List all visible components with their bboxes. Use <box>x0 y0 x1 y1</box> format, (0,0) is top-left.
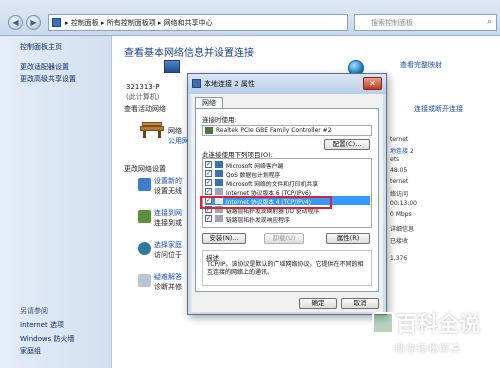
task-connect-title[interactable]: 连接到网 <box>154 208 182 218</box>
connect-using-label: 连接时使用: <box>202 116 237 124</box>
search-input[interactable]: 搜索控制面板 ⌕ <box>354 14 497 31</box>
list-item-label: 链路层拓扑发现响应程序 <box>226 218 290 224</box>
see-also-heading: 另请参阅 <box>20 307 48 315</box>
sidebar-item-home[interactable]: 控制面板主页 <box>20 42 62 52</box>
network-type-link[interactable]: 公用网 <box>168 136 189 146</box>
dialog-titlebar[interactable]: 本地连接 2 属性 ✕ <box>188 74 386 94</box>
control-panel-icon <box>52 18 61 27</box>
task-setup-sub: 设置无线 <box>154 187 182 195</box>
task-troubleshoot-sub: 诊断并修 <box>154 283 182 291</box>
service-icon <box>215 179 223 186</box>
forward-button[interactable]: ▶ <box>26 15 41 30</box>
right-value-6: 络访问 <box>390 191 409 198</box>
task-setup-title[interactable]: 设置新的 <box>154 176 182 186</box>
watermark-title: 百科全说 <box>396 312 480 336</box>
right-value-7: 00:13:00 <box>390 200 417 207</box>
watermark-subtitle: 助你轻松解决 <box>395 344 461 355</box>
service-icon <box>215 170 223 177</box>
right-value-3: ets <box>390 156 400 163</box>
adapter-icon <box>205 127 213 134</box>
adapter-name: Realtek PCIe GBE Family Controller #2 <box>216 127 332 134</box>
right-value-8: 0 Mbps <box>390 211 412 218</box>
right-value-9: 详细信息 <box>390 226 415 233</box>
sidebar-item-firewall[interactable]: Windows 防火墙 <box>20 334 74 344</box>
uninstall-button[interactable]: 卸载(U) <box>264 233 304 244</box>
right-value-2[interactable]: 地连接 2 <box>390 146 414 155</box>
full-map-link[interactable]: 查看完整映射 <box>400 60 442 70</box>
connect-disconnect-link[interactable]: 连接或断开连接 <box>414 104 463 114</box>
change-settings-heading: 更改网络设置 <box>124 165 166 173</box>
search-icon: ⌕ <box>486 17 492 27</box>
this-computer-label: (此计算机) <box>126 93 160 101</box>
description-text: TCP/IP。该协议是默认的广域网络协议，它提供在不同的相互连接的网络上的通讯。 <box>207 261 364 276</box>
dialog-title: 本地连接 2 属性 <box>204 80 255 88</box>
search-placeholder: 搜索控制面板 <box>371 19 413 27</box>
network-bench-icon <box>140 122 164 138</box>
protocol-icon <box>215 215 223 222</box>
right-value-11: 1,376 <box>390 255 408 262</box>
computer-name: 321313-P <box>126 83 160 91</box>
install-button[interactable]: 安装(N)... <box>202 233 246 244</box>
checkbox[interactable]: ✓ <box>205 188 212 195</box>
computer-icon <box>164 60 180 73</box>
client-icon <box>215 161 223 168</box>
left-pane: 控制面板主页 更改适配器设置 更改高级共享设置 另请参阅 Internet 选项… <box>0 36 112 368</box>
breadcrumb: ▸ 控制面板 ▸ 所有控制面板项 ▸ 网络和共享中心 <box>65 19 213 27</box>
highlight-box <box>200 196 332 209</box>
address-bar: ◀ ▶ ▸ 控制面板 ▸ 所有控制面板项 ▸ 网络和共享中心 搜索控制面板 ⌕ <box>0 0 500 36</box>
sidebar-item-advanced-sharing[interactable]: 更改高级共享设置 <box>20 74 76 84</box>
list-item[interactable]: ✓ QoS 数据包计划程序 <box>205 169 370 179</box>
list-item[interactable]: ✓ Internet 协议版本 6 (TCP/IPv6) <box>205 187 370 197</box>
checkbox[interactable]: ✓ <box>205 215 212 222</box>
task-homegroup-title[interactable]: 选择家庭 <box>154 240 182 250</box>
close-button[interactable]: ✕ <box>363 77 382 90</box>
checkbox[interactable]: ✓ <box>205 161 212 168</box>
cancel-button[interactable]: 取消 <box>341 298 379 309</box>
sidebar-item-homegroup[interactable]: 家庭组 <box>20 346 41 356</box>
setup-connection-icon <box>138 178 151 191</box>
task-troubleshoot-title[interactable]: 疑难解答 <box>154 272 182 282</box>
right-value-1: ternet <box>390 136 409 143</box>
right-value-5: ternet <box>390 178 409 185</box>
list-item[interactable]: ✓ Microsoft 网络的文件和打印机共享 <box>205 178 370 188</box>
connect-network-icon <box>138 210 151 223</box>
sidebar-item-internet-options[interactable]: Internet 选项 <box>20 320 64 330</box>
network-adapter-icon <box>192 79 201 88</box>
properties-button[interactable]: 属性(R) <box>326 233 370 244</box>
adapter-field: Realtek PCIe GBE Family Controller #2 <box>202 125 372 136</box>
right-value-10: 已接收 <box>390 238 409 245</box>
network-name: 网络 <box>168 127 182 135</box>
list-item[interactable]: ✓ Microsoft 网络客户端 <box>205 160 370 170</box>
task-connect-sub: 连接到或 <box>154 219 182 227</box>
ok-button[interactable]: 确定 <box>299 298 337 309</box>
configure-button[interactable]: 配置(C)... <box>324 139 370 150</box>
properties-dialog: 本地连接 2 属性 ✕ 网络 连接时使用: Realtek PCIe GBE F… <box>187 73 387 315</box>
right-value-4: 48:05 <box>390 167 408 174</box>
description-group: 描述 TCP/IP。该协议是默认的广域网络协议，它提供在不同的相互连接的网络上的… <box>202 250 372 286</box>
active-networks-heading: 查看活动网络 <box>124 105 166 113</box>
sidebar-item-adapter-settings[interactable]: 更改适配器设置 <box>20 62 69 72</box>
page-title: 查看基本网络信息并设置连接 <box>124 48 254 59</box>
checkbox[interactable]: ✓ <box>205 179 212 186</box>
task-homegroup-sub: 访问位于 <box>154 251 182 259</box>
troubleshoot-icon <box>138 274 151 287</box>
back-button[interactable]: ◀ <box>8 15 23 30</box>
protocol-icon <box>215 188 223 195</box>
watermark-logo-icon <box>372 312 394 334</box>
checkbox[interactable]: ✓ <box>205 170 212 177</box>
address-input[interactable]: ▸ 控制面板 ▸ 所有控制面板项 ▸ 网络和共享中心 <box>48 14 348 31</box>
items-list: ✓ Microsoft 网络客户端 ✓ QoS 数据包计划程序 ✓ Micros… <box>202 158 372 228</box>
homegroup-icon <box>138 242 151 255</box>
list-item[interactable]: ✓ 链路层拓扑发现响应程序 <box>205 214 370 224</box>
